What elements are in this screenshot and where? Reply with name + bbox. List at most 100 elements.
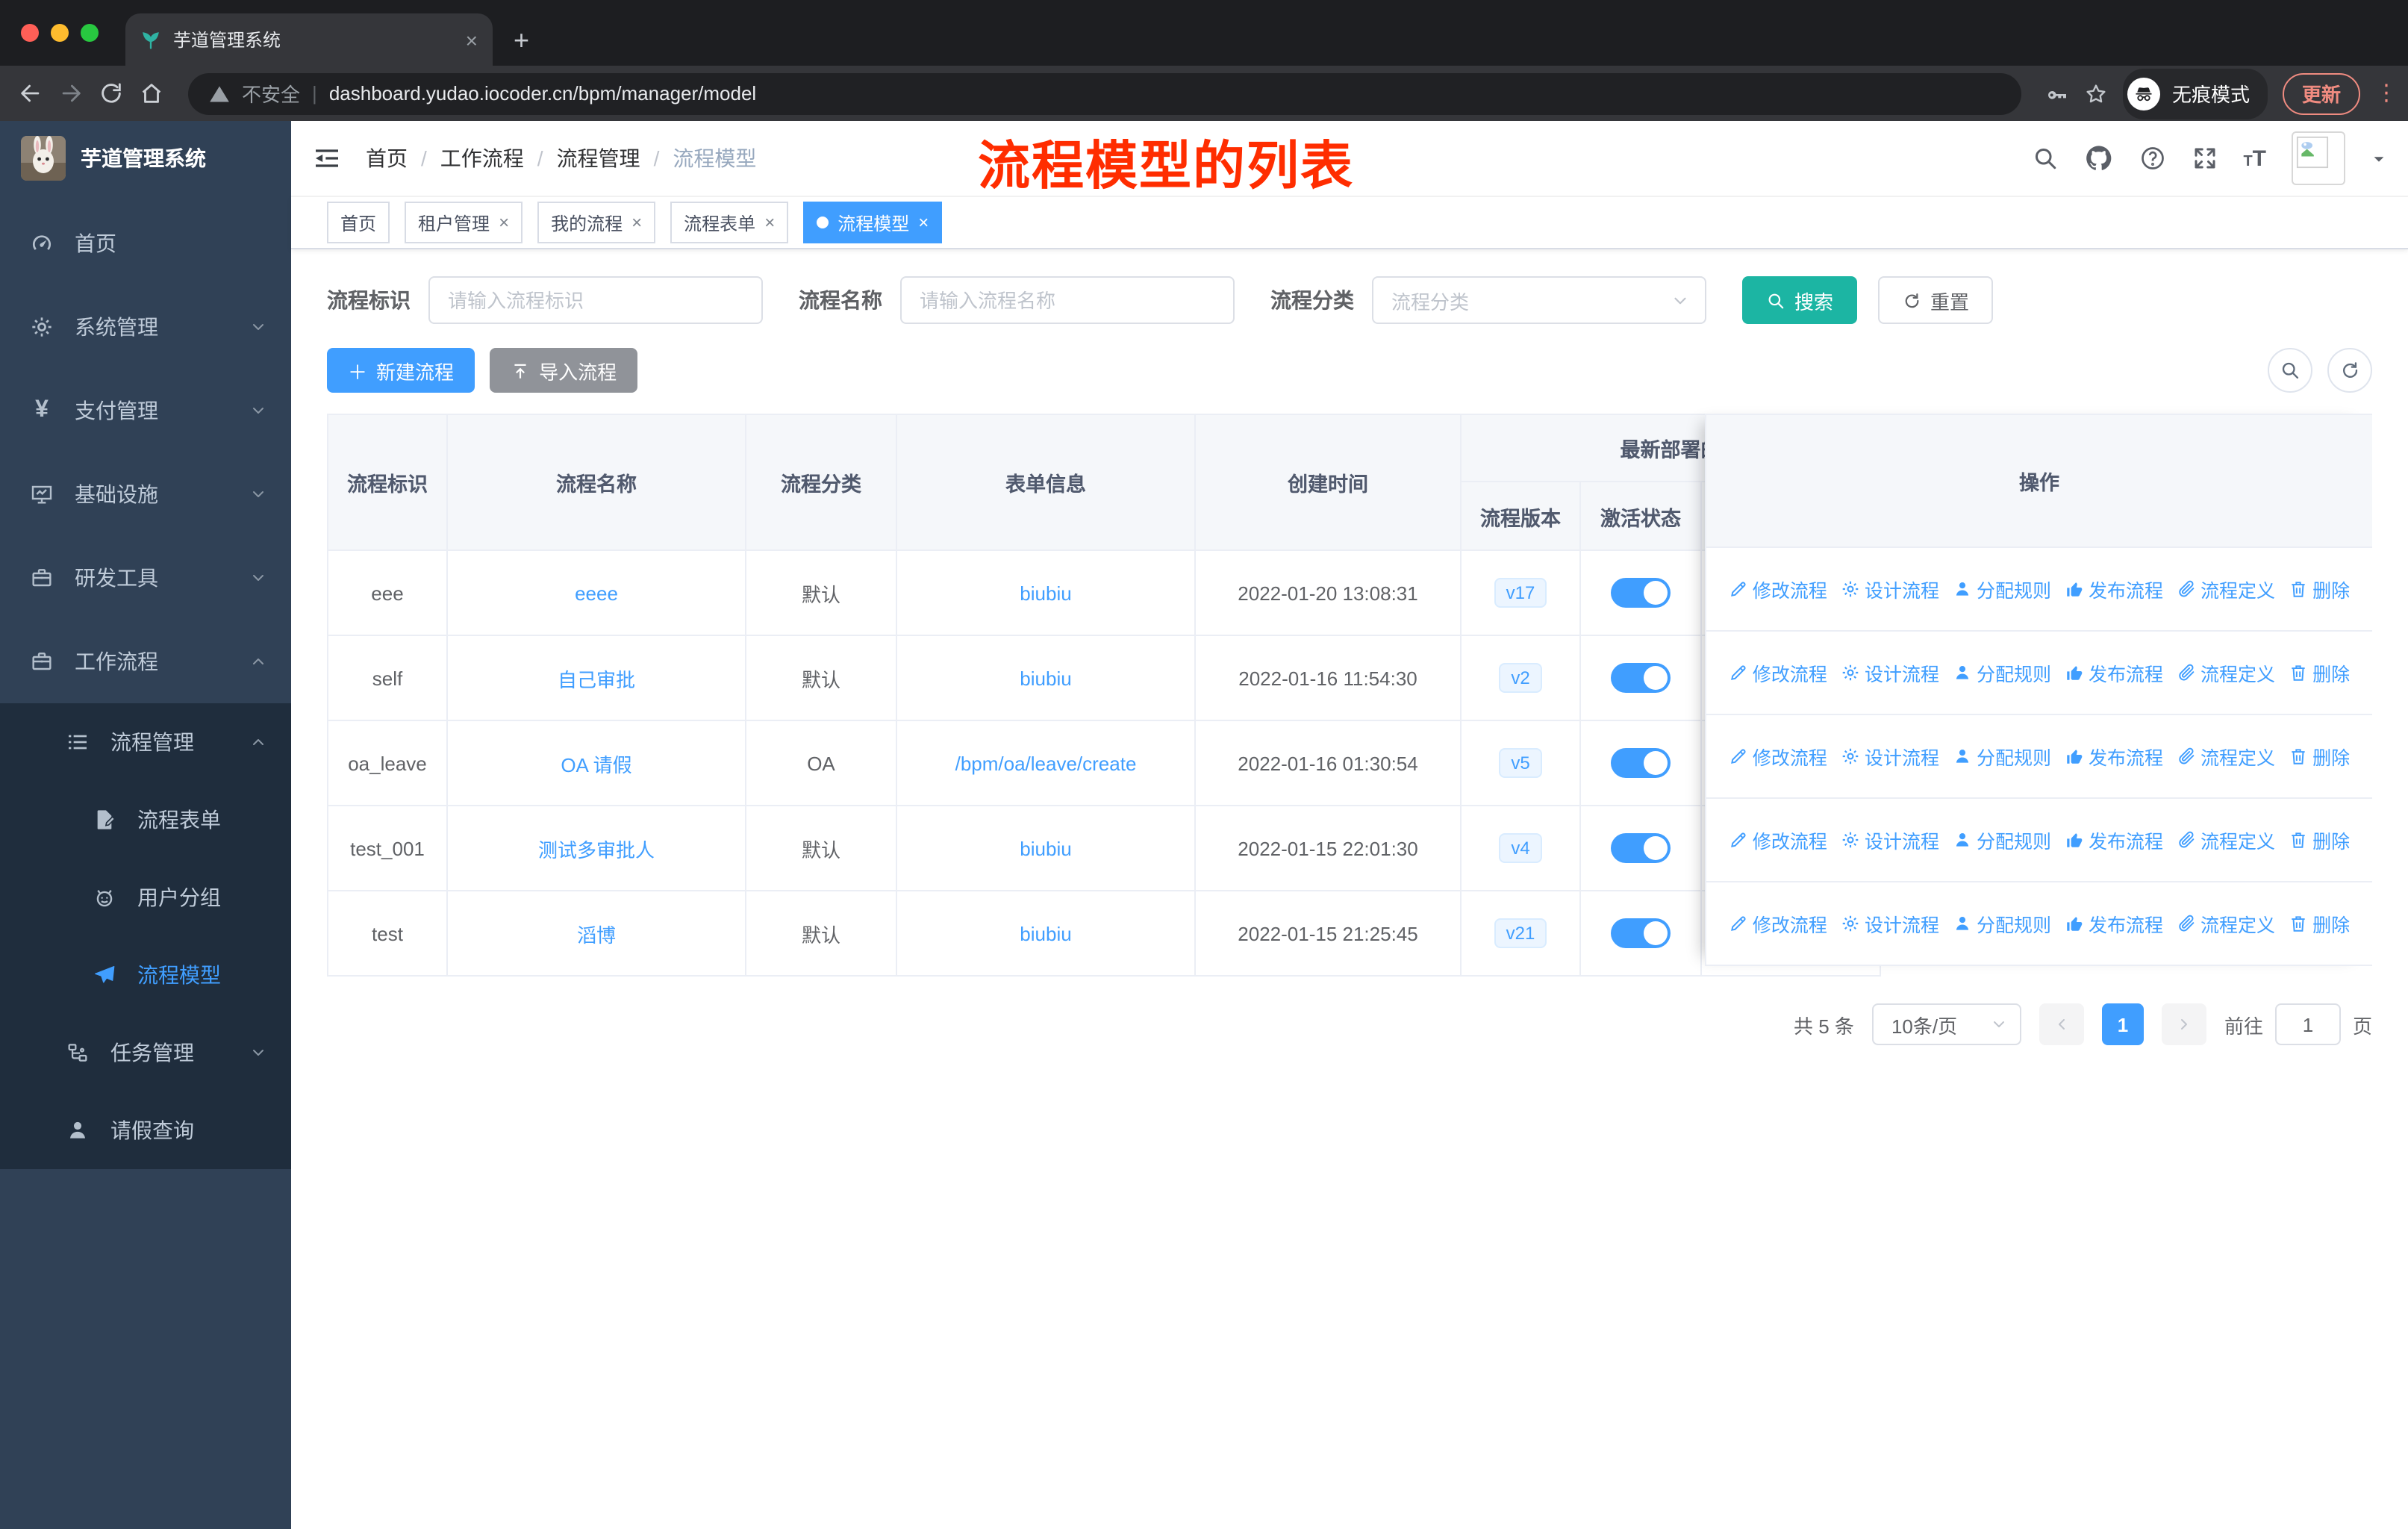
definition-clip-action-link[interactable]: 流程定义 <box>2177 658 2275 687</box>
form-info-link[interactable]: biubiu <box>1020 582 1071 604</box>
import-process-button[interactable]: 导入流程 <box>490 348 638 393</box>
breadcrumb-process-manage[interactable]: 流程管理 <box>557 143 640 173</box>
font-size-icon[interactable]: TT <box>2243 146 2266 171</box>
assign-user-action-link[interactable]: 分配规则 <box>1953 909 2051 938</box>
sidebar-item-user-group[interactable]: 用户分组 <box>0 859 291 936</box>
design-gear-action-link[interactable]: 设计流程 <box>1841 575 1939 603</box>
create-process-button[interactable]: ＋ 新建流程 <box>327 348 475 393</box>
process-name-link[interactable]: 测试多审批人 <box>538 838 655 861</box>
process-name-link[interactable]: eeee <box>575 582 618 604</box>
design-gear-action-link[interactable]: 设计流程 <box>1841 658 1939 687</box>
publish-action-link[interactable]: 发布流程 <box>2065 826 2163 854</box>
delete-action-link[interactable]: 删除 <box>2289 575 2350 603</box>
show-search-button[interactable] <box>2268 348 2312 393</box>
prev-page-button[interactable] <box>2039 1003 2084 1045</box>
close-window-button[interactable] <box>21 24 39 42</box>
active-toggle[interactable] <box>1611 833 1671 863</box>
back-icon[interactable] <box>18 81 43 106</box>
edit-action-link[interactable]: 修改流程 <box>1729 658 1827 687</box>
maximize-window-button[interactable] <box>81 24 99 42</box>
sidebar-item-task-manage[interactable]: 任务管理 <box>0 1014 291 1092</box>
tab-close-icon[interactable]: × <box>466 28 478 52</box>
search-button[interactable]: 搜索 <box>1742 276 1858 324</box>
user-avatar[interactable] <box>2292 131 2345 185</box>
assign-user-action-link[interactable]: 分配规则 <box>1953 575 2051 603</box>
sidebar-item-workflow[interactable]: 工作流程 <box>0 620 291 703</box>
publish-action-link[interactable]: 发布流程 <box>2065 909 2163 938</box>
active-toggle[interactable] <box>1611 918 1671 948</box>
tag-close-icon[interactable]: × <box>499 212 509 233</box>
publish-action-link[interactable]: 发布流程 <box>2065 658 2163 687</box>
update-button[interactable]: 更新 <box>2282 72 2360 114</box>
edit-action-link[interactable]: 修改流程 <box>1729 742 1827 770</box>
browser-menu-icon[interactable]: ⋮ <box>2375 82 2398 105</box>
browser-tab[interactable]: 芋道管理系统 × <box>125 13 493 66</box>
form-info-link[interactable]: biubiu <box>1020 922 1071 944</box>
help-icon[interactable] <box>2139 145 2165 172</box>
assign-user-action-link[interactable]: 分配规则 <box>1953 658 2051 687</box>
delete-action-link[interactable]: 删除 <box>2289 658 2350 687</box>
process-name-input[interactable] <box>900 276 1235 324</box>
refresh-table-button[interactable] <box>2327 348 2372 393</box>
active-toggle[interactable] <box>1611 578 1671 608</box>
publish-action-link[interactable]: 发布流程 <box>2065 575 2163 603</box>
next-page-button[interactable] <box>2161 1003 2206 1045</box>
tag-process-form[interactable]: 流程表单 × <box>670 202 789 243</box>
sidebar-fold-icon[interactable] <box>312 143 342 173</box>
definition-clip-action-link[interactable]: 流程定义 <box>2177 826 2275 854</box>
process-category-select[interactable]: 流程分类 <box>1372 276 1706 324</box>
edit-action-link[interactable]: 修改流程 <box>1729 575 1827 603</box>
tag-process-model[interactable]: 流程模型 × <box>803 202 943 243</box>
edit-action-link[interactable]: 修改流程 <box>1729 826 1827 854</box>
search-icon[interactable] <box>2031 145 2058 172</box>
address-bar[interactable]: 不安全 | dashboard.yudao.iocoder.cn/bpm/man… <box>188 72 2021 114</box>
sidebar-item-process-model[interactable]: 流程模型 <box>0 936 291 1014</box>
publish-action-link[interactable]: 发布流程 <box>2065 742 2163 770</box>
form-info-link[interactable]: biubiu <box>1020 837 1071 859</box>
forward-icon[interactable] <box>58 81 84 106</box>
page-number-1[interactable]: 1 <box>2101 1003 2144 1045</box>
github-icon[interactable] <box>2083 143 2113 173</box>
form-info-link[interactable]: biubiu <box>1020 667 1071 689</box>
sidebar-item-process-form[interactable]: 流程表单 <box>0 781 291 859</box>
form-info-link[interactable]: /bpm/oa/leave/create <box>955 752 1137 774</box>
avatar-caret-icon[interactable] <box>2371 150 2387 166</box>
definition-clip-action-link[interactable]: 流程定义 <box>2177 909 2275 938</box>
sidebar-item-leave-query[interactable]: 请假查询 <box>0 1092 291 1169</box>
password-key-icon[interactable] <box>2045 81 2069 105</box>
sidebar-item-home[interactable]: 首页 <box>0 202 291 285</box>
design-gear-action-link[interactable]: 设计流程 <box>1841 742 1939 770</box>
fullscreen-icon[interactable] <box>2191 145 2218 172</box>
delete-action-link[interactable]: 删除 <box>2289 909 2350 938</box>
delete-action-link[interactable]: 删除 <box>2289 826 2350 854</box>
definition-clip-action-link[interactable]: 流程定义 <box>2177 575 2275 603</box>
sidebar-item-system[interactable]: 系统管理 <box>0 285 291 369</box>
tag-home[interactable]: 首页 <box>327 202 390 243</box>
minimize-window-button[interactable] <box>51 24 69 42</box>
assign-user-action-link[interactable]: 分配规则 <box>1953 826 2051 854</box>
breadcrumb-workflow[interactable]: 工作流程 <box>440 143 524 173</box>
sidebar-item-process-manage[interactable]: 流程管理 <box>0 703 291 781</box>
tag-tenant[interactable]: 租户管理 × <box>405 202 523 243</box>
reset-button[interactable]: 重置 <box>1878 276 1994 324</box>
home-icon[interactable] <box>139 81 164 106</box>
breadcrumb-home[interactable]: 首页 <box>366 143 408 173</box>
sidebar-item-infra[interactable]: 基础设施 <box>0 452 291 536</box>
active-toggle[interactable] <box>1611 748 1671 778</box>
new-tab-button[interactable]: + <box>514 25 529 57</box>
process-name-link[interactable]: OA 请假 <box>561 753 631 776</box>
process-name-link[interactable]: 滔博 <box>577 924 616 946</box>
design-gear-action-link[interactable]: 设计流程 <box>1841 909 1939 938</box>
page-size-select[interactable]: 10条/页 <box>1871 1003 2021 1045</box>
tag-close-icon[interactable]: × <box>918 212 929 233</box>
delete-action-link[interactable]: 删除 <box>2289 742 2350 770</box>
process-name-link[interactable]: 自己审批 <box>558 668 635 691</box>
tag-close-icon[interactable]: × <box>764 212 775 233</box>
assign-user-action-link[interactable]: 分配规则 <box>1953 742 2051 770</box>
reload-icon[interactable] <box>99 81 124 106</box>
sidebar-item-devtools[interactable]: 研发工具 <box>0 536 291 620</box>
tag-my-process[interactable]: 我的流程 × <box>537 202 656 243</box>
active-toggle[interactable] <box>1611 663 1671 693</box>
bookmark-star-icon[interactable] <box>2084 81 2108 105</box>
sidebar-item-payment[interactable]: ¥ 支付管理 <box>0 369 291 452</box>
